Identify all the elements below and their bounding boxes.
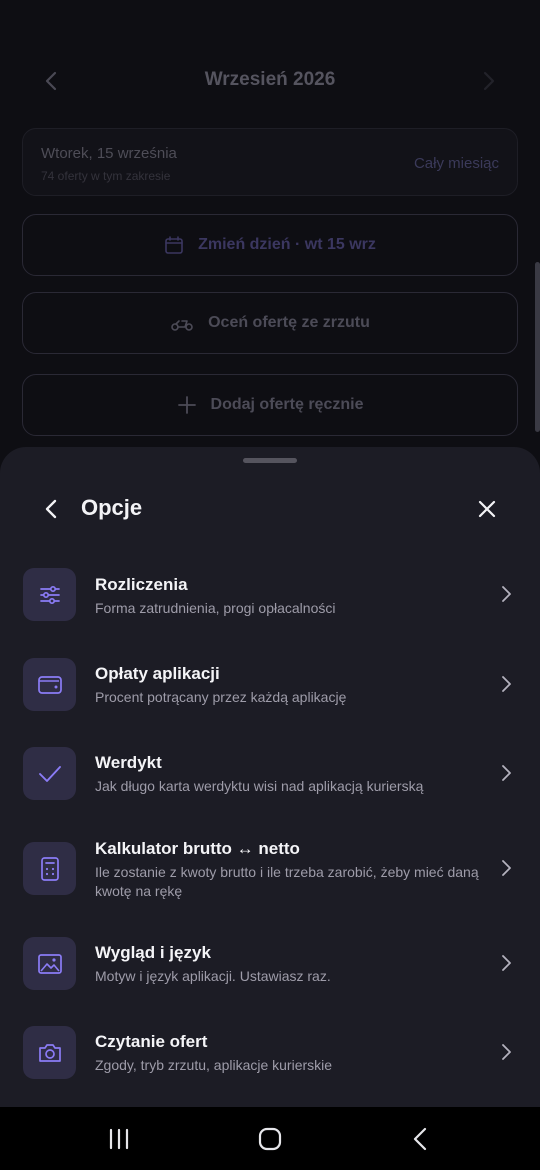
sliders-icon	[23, 568, 76, 621]
sheet-title: Opcje	[81, 495, 143, 520]
option-subtitle: Jak długo karta werdyktu wisi nad aplika…	[95, 778, 424, 794]
option-subtitle: Ile zostanie z kwoty brutto i ile trzeba…	[95, 864, 479, 899]
selected-date: Wtorek, 15 września	[41, 145, 177, 162]
chevron-right-icon	[502, 765, 511, 781]
wallet-icon	[23, 658, 76, 711]
scooter-icon	[171, 320, 193, 331]
drag-handle[interactable]	[243, 458, 297, 463]
option-title: Opłaty aplikacji	[95, 664, 220, 683]
change-day-button[interactable]: Zmień dzień · wt 15 wrz	[22, 214, 518, 276]
date-range-card: Wtorek, 15 września 74 oferty w tym zakr…	[22, 128, 518, 196]
option-rozliczenia[interactable]: Rozliczenia Forma zatrudnienia, progi op…	[0, 557, 540, 637]
rate-offer-button[interactable]: Oceń ofertę ze zrzutu	[22, 292, 518, 354]
calendar-icon	[165, 236, 183, 254]
chevron-right-icon	[502, 676, 511, 692]
back-icon[interactable]	[406, 1125, 436, 1153]
chevron-right-icon	[502, 586, 511, 602]
add-offer-button[interactable]: Dodaj ofertę ręcznie	[22, 374, 518, 436]
option-title: Werdykt	[95, 753, 162, 772]
recent-apps-icon[interactable]	[104, 1125, 134, 1153]
home-icon[interactable]	[255, 1125, 285, 1153]
system-nav-bar	[0, 1107, 540, 1170]
option-title: Wygląd i język	[95, 943, 211, 962]
back-arrow-icon[interactable]	[38, 495, 66, 523]
option-subtitle: Zgody, tryb zrzutu, aplikacje kurierskie	[95, 1057, 333, 1073]
camera-icon	[23, 1026, 76, 1079]
close-icon[interactable]	[474, 496, 500, 522]
option-subtitle: Procent potrącany przez każdą aplikację	[95, 689, 347, 705]
image-icon	[23, 937, 76, 990]
option-czytanie-ofert[interactable]: Czytanie ofert Zgody, tryb zrzutu, aplik…	[0, 1015, 540, 1095]
rate-offer-label: Oceń ofertę ze zrzutu	[208, 314, 370, 331]
chevron-right-icon	[502, 955, 511, 971]
chevron-right-icon	[502, 860, 511, 876]
check-icon	[23, 747, 76, 800]
whole-month-link[interactable]: Cały miesiąc	[414, 155, 499, 172]
option-wyglad-i-jezyk[interactable]: Wygląd i język Motyw i język aplikacji. …	[0, 926, 540, 1006]
option-werdykt[interactable]: Werdykt Jak długo karta werdyktu wisi na…	[0, 736, 540, 816]
month-header: Wrzesień 2026	[0, 55, 540, 105]
option-title: Kalkulator brutto ↔ netto	[95, 839, 300, 858]
option-subtitle: Forma zatrudnienia, progi opłacalności	[95, 600, 336, 616]
calculator-icon	[23, 842, 76, 895]
option-title: Rozliczenia	[95, 575, 188, 594]
option-title: Czytanie ofert	[95, 1032, 208, 1051]
offer-count: 74 oferty w tym zakresie	[41, 169, 171, 183]
scrollbar[interactable]	[535, 262, 540, 432]
option-subtitle: Motyw i język aplikacji. Ustawiasz raz.	[95, 968, 331, 984]
options-sheet: Opcje Rozliczenia Forma zatrudnienia, pr…	[0, 447, 540, 1107]
month-title: Wrzesień 2026	[204, 69, 336, 90]
option-kalkulator[interactable]: Kalkulator brutto ↔ netto Ile zostanie z…	[0, 831, 540, 921]
chevron-right-icon[interactable]	[474, 67, 502, 95]
add-offer-label: Dodaj ofertę ręcznie	[210, 396, 364, 413]
option-oplaty-aplikacji[interactable]: Opłaty aplikacji Procent potrącany przez…	[0, 647, 540, 727]
change-day-label: Zmień dzień · wt 15 wrz	[198, 236, 376, 253]
plus-icon	[177, 396, 196, 414]
chevron-right-icon	[502, 1044, 511, 1060]
